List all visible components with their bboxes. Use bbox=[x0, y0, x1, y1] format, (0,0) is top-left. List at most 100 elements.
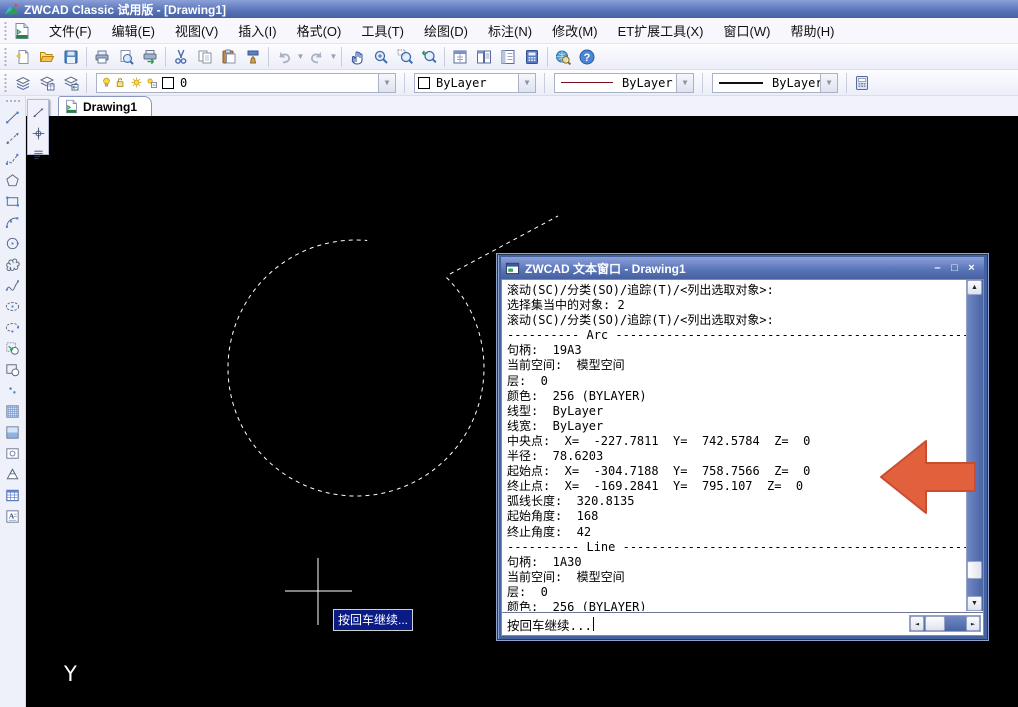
wipeout-icon[interactable] bbox=[2, 464, 23, 485]
menu-item-edit[interactable]: 编辑(E) bbox=[102, 18, 165, 43]
menu-item-file[interactable]: 文件(F) bbox=[39, 18, 102, 43]
new-icon[interactable] bbox=[11, 45, 35, 69]
bulb-icon[interactable] bbox=[99, 76, 114, 89]
lineweight-dropdown-arrow[interactable]: ▼ bbox=[820, 74, 837, 92]
zoom-previous-icon[interactable] bbox=[417, 45, 441, 69]
distance-icon[interactable] bbox=[28, 102, 49, 123]
arc-icon[interactable] bbox=[2, 212, 23, 233]
horizontal-scroll-thumb[interactable] bbox=[925, 616, 945, 631]
draw-toolbar-grip[interactable] bbox=[5, 99, 20, 104]
properties-toolbar: 0 ▼ ByLayer ▼ ByLayer ▼ ByLayer ▼ bbox=[0, 70, 1018, 96]
undo-icon[interactable] bbox=[272, 45, 296, 69]
menu-item-dimension[interactable]: 标注(N) bbox=[478, 18, 542, 43]
polygon-icon[interactable] bbox=[2, 170, 23, 191]
menu-item-tools[interactable]: 工具(T) bbox=[351, 18, 414, 43]
find-icon[interactable] bbox=[551, 45, 575, 69]
construction-line-icon[interactable] bbox=[2, 128, 23, 149]
layer-states-icon[interactable] bbox=[35, 71, 59, 95]
horizontal-scrollbar[interactable]: ◄ ► bbox=[909, 615, 981, 632]
menu-item-view[interactable]: 视图(V) bbox=[165, 18, 228, 43]
make-block-icon[interactable] bbox=[2, 359, 23, 380]
toolbar-separator bbox=[444, 47, 445, 67]
circle-icon[interactable] bbox=[2, 233, 23, 254]
layers-icon[interactable] bbox=[11, 71, 35, 95]
spline-icon[interactable] bbox=[2, 275, 23, 296]
properties-icon[interactable] bbox=[448, 45, 472, 69]
format-painter-icon[interactable] bbox=[241, 45, 265, 69]
menu-item-format[interactable]: 格式(O) bbox=[287, 18, 352, 43]
copy-icon[interactable] bbox=[193, 45, 217, 69]
help-icon[interactable]: ? bbox=[575, 45, 599, 69]
tool-palettes-icon[interactable] bbox=[496, 45, 520, 69]
menu-item-express[interactable]: ET扩展工具(X) bbox=[608, 18, 714, 43]
print-preview-icon[interactable] bbox=[114, 45, 138, 69]
menu-item-window[interactable]: 窗口(W) bbox=[714, 18, 781, 43]
zoom-realtime-icon[interactable] bbox=[369, 45, 393, 69]
mtext-icon[interactable]: A bbox=[2, 506, 23, 527]
layer-dropdown-arrow[interactable]: ▼ bbox=[378, 74, 395, 92]
dashed-arc bbox=[228, 240, 484, 496]
pan-icon[interactable] bbox=[345, 45, 369, 69]
close-button[interactable]: × bbox=[963, 261, 980, 276]
redo-icon[interactable] bbox=[305, 45, 329, 69]
gradient-icon[interactable] bbox=[2, 422, 23, 443]
print-icon[interactable] bbox=[90, 45, 114, 69]
menu-item-modify[interactable]: 修改(M) bbox=[542, 18, 608, 43]
ellipse-arc-icon[interactable] bbox=[2, 317, 23, 338]
standard-toolbar-grip[interactable] bbox=[3, 47, 8, 67]
polyline-icon[interactable] bbox=[2, 149, 23, 170]
revision-cloud-icon[interactable] bbox=[2, 254, 23, 275]
cut-icon[interactable] bbox=[169, 45, 193, 69]
lineweight-dropdown[interactable]: ByLayer ▼ bbox=[712, 73, 838, 93]
ellipse-icon[interactable] bbox=[2, 296, 23, 317]
paste-icon[interactable] bbox=[217, 45, 241, 69]
hatch-icon[interactable] bbox=[2, 401, 23, 422]
tab-drawing1[interactable]: Drawing1 bbox=[58, 96, 152, 116]
color-dropdown[interactable]: ByLayer ▼ bbox=[414, 73, 536, 93]
text-window-titlebar[interactable]: ZWCAD 文本窗口 - Drawing1 –□× bbox=[501, 257, 984, 279]
freeze-icon[interactable] bbox=[114, 76, 129, 89]
linetype-dropdown-value: ByLayer bbox=[619, 76, 676, 90]
linetype-preview bbox=[561, 82, 613, 83]
dropdown-arrow-icon[interactable]: ▼ bbox=[296, 52, 305, 61]
vertical-scroll-thumb[interactable] bbox=[967, 561, 982, 579]
menubar-grip[interactable] bbox=[3, 21, 8, 41]
linetype-dropdown[interactable]: ByLayer ▼ bbox=[554, 73, 694, 93]
insert-block-icon[interactable] bbox=[2, 338, 23, 359]
plot-layer-icon[interactable] bbox=[144, 76, 159, 89]
point-icon[interactable] bbox=[2, 380, 23, 401]
zoom-window-icon[interactable] bbox=[393, 45, 417, 69]
layer-previous-icon[interactable] bbox=[59, 71, 83, 95]
menu-item-draw[interactable]: 绘图(D) bbox=[414, 18, 478, 43]
color-dropdown-arrow[interactable]: ▼ bbox=[518, 74, 535, 92]
table-icon[interactable] bbox=[2, 485, 23, 506]
quickcalc-icon[interactable] bbox=[850, 71, 874, 95]
line-icon[interactable] bbox=[2, 107, 23, 128]
dropdown-arrow-icon[interactable]: ▼ bbox=[329, 52, 338, 61]
design-center-icon[interactable] bbox=[472, 45, 496, 69]
locate-point-icon[interactable] bbox=[28, 123, 49, 144]
sun-icon[interactable] bbox=[129, 76, 144, 89]
save-icon[interactable] bbox=[59, 45, 83, 69]
maximize-button[interactable]: □ bbox=[946, 261, 963, 276]
app-titlebar[interactable]: ZWCAD Classic 试用版 - [Drawing1] bbox=[0, 0, 1018, 18]
scroll-left-button[interactable]: ◄ bbox=[910, 616, 924, 631]
rectangle-icon[interactable] bbox=[2, 191, 23, 212]
scroll-right-button[interactable]: ► bbox=[966, 616, 980, 631]
minimize-button[interactable]: – bbox=[929, 261, 946, 276]
text-window-prompt-row[interactable]: 按回车继续... ◄ ► bbox=[502, 612, 983, 635]
menu-item-help[interactable]: 帮助(H) bbox=[780, 18, 844, 43]
plot-icon[interactable] bbox=[138, 45, 162, 69]
scroll-up-button[interactable]: ▲ bbox=[967, 280, 982, 295]
menu-item-insert[interactable]: 插入(I) bbox=[228, 18, 286, 43]
properties-toolbar-grip[interactable] bbox=[3, 73, 8, 93]
color-swatch bbox=[418, 77, 430, 89]
linetype-dropdown-arrow[interactable]: ▼ bbox=[676, 74, 693, 92]
layer-dropdown[interactable]: 0 ▼ bbox=[96, 73, 396, 93]
open-icon[interactable] bbox=[35, 45, 59, 69]
list-icon[interactable] bbox=[28, 144, 49, 165]
region-icon[interactable] bbox=[2, 443, 23, 464]
calculator-icon[interactable] bbox=[520, 45, 544, 69]
scroll-down-button[interactable]: ▼ bbox=[967, 596, 982, 611]
color-dropdown-value: ByLayer bbox=[433, 76, 518, 90]
